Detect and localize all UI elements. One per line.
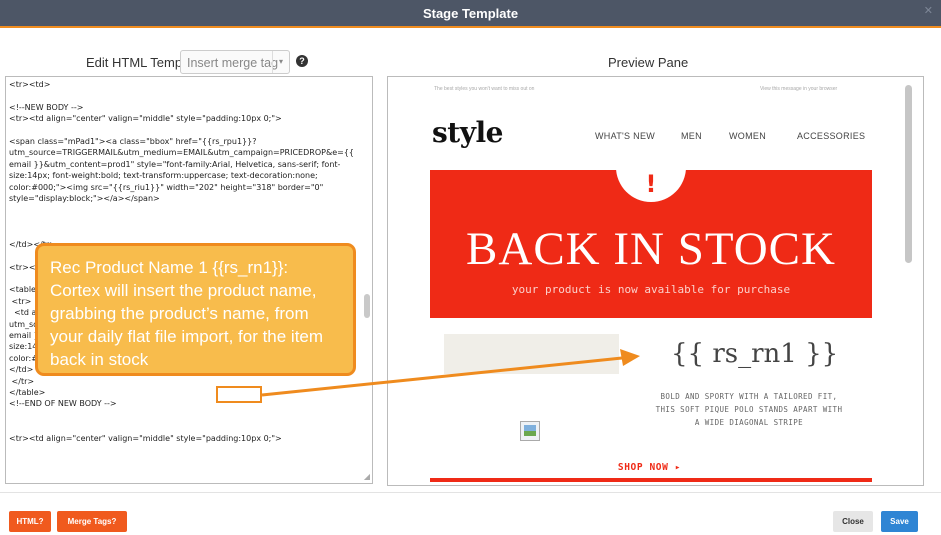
insert-merge-tag-select[interactable]: Insert merge tag ▾ (180, 50, 290, 74)
code-line[interactable]: <tr><td> (9, 79, 362, 90)
code-line[interactable]: color:#000;"><img src="{{rs_riu1}}" widt… (9, 182, 362, 193)
view-in-browser-link[interactable]: View this message in your browser (760, 86, 837, 92)
code-line[interactable] (9, 410, 362, 421)
code-line[interactable] (9, 204, 362, 215)
resize-grip-icon[interactable]: ◢ (364, 472, 370, 481)
merge-select-placeholder: Insert merge tag (187, 56, 279, 70)
code-line[interactable]: size:14px; font-weight:bold; text-transf… (9, 170, 362, 181)
code-line[interactable]: <!--END OF NEW BODY --> (9, 398, 362, 409)
email-nav-women[interactable]: WOMEN (729, 131, 766, 141)
code-line[interactable] (9, 421, 362, 432)
product-description: BOLD AND SPORTY WITH A TAILORED FIT, THI… (655, 392, 843, 427)
code-line[interactable]: </tr> (9, 376, 362, 387)
preview-label: Preview Pane (608, 55, 689, 70)
code-line[interactable] (9, 90, 362, 101)
code-line[interactable]: <!--NEW BODY --> (9, 102, 362, 113)
footer-divider (0, 492, 941, 493)
email-preheader: The best styles you won't want to miss o… (434, 86, 535, 92)
email-nav-accessories[interactable]: ACCESSORIES (797, 131, 865, 141)
code-line[interactable]: utm_source=TRIGGERMAIL&utm_medium=EMAIL&… (9, 147, 362, 158)
merge-tags-help-button[interactable]: Merge Tags? (57, 511, 127, 532)
shop-now-link[interactable]: SHOP NOW ▸ (388, 462, 911, 473)
code-line[interactable]: <tr><td align="center" valign="middle" s… (9, 433, 362, 444)
code-line[interactable] (9, 125, 362, 136)
html-help-button[interactable]: HTML? (9, 511, 51, 532)
editor-scrollbar[interactable] (364, 294, 370, 318)
product-image-placeholder (444, 334, 619, 374)
hero-title: BACK IN STOCK (466, 223, 836, 275)
email-nav-whats-new[interactable]: WHAT'S NEW (595, 131, 655, 141)
preview-scrollbar[interactable] (905, 85, 912, 263)
code-line[interactable]: </table> (9, 387, 362, 398)
modal-title: Stage Template (422, 6, 519, 21)
exclamation-icon: ! (645, 170, 657, 198)
merge-tag-highlight (216, 386, 262, 403)
hero-subtitle: your product is now available for purcha… (511, 283, 791, 296)
code-line[interactable]: <tr><td align="center" valign="middle" s… (9, 113, 362, 124)
hero-banner: ! BACK IN STOCK your product is now avai… (430, 170, 872, 318)
preview-pane: The best styles you won't want to miss o… (387, 76, 924, 486)
close-button[interactable]: Close (833, 511, 873, 532)
dropdown-caret-icon[interactable]: ▾ (272, 51, 289, 73)
modal-titlebar: Stage Template ✕ (0, 0, 941, 28)
editor-header: Edit HTML Template Insert merge tag ▾ ? (0, 48, 383, 76)
code-line[interactable]: style="display:block;"></a></span> (9, 193, 362, 204)
code-line[interactable] (9, 216, 362, 227)
annotation-callout: Rec Product Name 1 {{rs_rn1}}: Cortex wi… (35, 243, 356, 376)
email-nav-men[interactable]: MEN (681, 131, 702, 141)
code-line[interactable] (9, 227, 362, 238)
help-circle-icon[interactable]: ? (296, 55, 308, 67)
alert-badge: ! (616, 170, 686, 202)
email-divider (430, 478, 872, 482)
close-icon[interactable]: ✕ (924, 4, 933, 17)
product-name-merge-tag: {{ rs_rn1 }} (671, 339, 839, 369)
email-logo: style (432, 116, 503, 149)
code-line[interactable]: email }}&utm_content=prod1" style="font-… (9, 159, 362, 170)
broken-image-icon (520, 421, 540, 441)
code-line[interactable]: <span class="mPad1"><a class="bbox" href… (9, 136, 362, 147)
save-button[interactable]: Save (881, 511, 918, 532)
